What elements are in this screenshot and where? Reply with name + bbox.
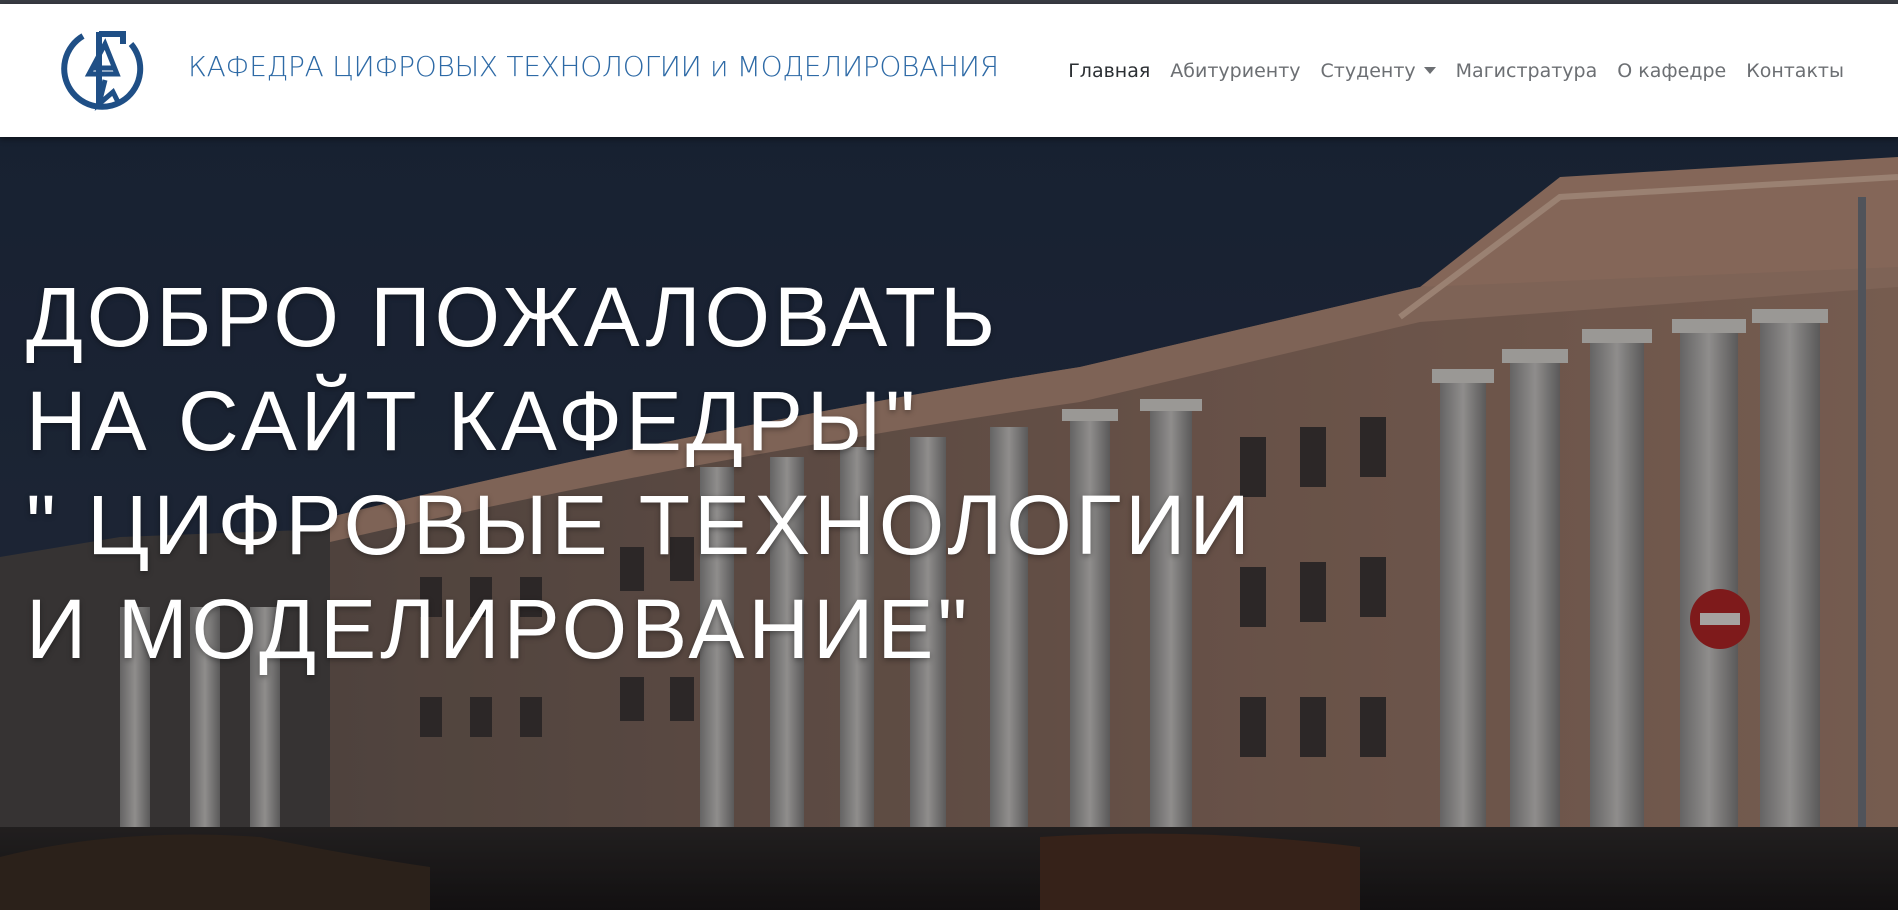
nav-item-home[interactable]: Главная [1058, 60, 1160, 82]
nav-item-about[interactable]: О кафедре [1607, 60, 1736, 82]
nav-item-applicants[interactable]: Абитуриенту [1160, 60, 1310, 82]
nav-item-masters[interactable]: Магистратура [1446, 60, 1608, 82]
nav-item-contacts[interactable]: Контакты [1736, 60, 1854, 82]
main-nav: Главная Абитуриенту Студенту Магистратур… [1058, 60, 1854, 82]
hero-heading-line: И МОДЕЛИРОВАНИЕ" [26, 582, 972, 676]
chevron-down-icon [1423, 67, 1436, 74]
nav-item-students[interactable]: Студенту [1311, 60, 1446, 82]
hero-heading-line: " ЦИФРОВЫЕ ТЕХНОЛОГИИ [26, 478, 1254, 572]
hero-heading-line: ДОБРО ПОЖАЛОВАТЬ [26, 270, 1000, 364]
site-title[interactable]: КАФЕДРА ЦИФРОВЫХ ТЕХНОЛОГИИ и МОДЕЛИРОВА… [188, 50, 999, 83]
hero-heading: ДОБРО ПОЖАЛОВАТЬ НА САЙТ КАФЕДРЫ" " ЦИФР… [26, 265, 1254, 681]
navbar: КАФЕДРА ЦИФРОВЫХ ТЕХНОЛОГИИ и МОДЕЛИРОВА… [0, 4, 1898, 137]
nav-item-students-label: Студенту [1320, 60, 1416, 82]
hero-section: ДОБРО ПОЖАЛОВАТЬ НА САЙТ КАФЕДРЫ" " ЦИФР… [0, 137, 1898, 910]
department-emblem-icon[interactable] [53, 22, 149, 118]
hero-heading-line: НА САЙТ КАФЕДРЫ" [26, 374, 920, 468]
